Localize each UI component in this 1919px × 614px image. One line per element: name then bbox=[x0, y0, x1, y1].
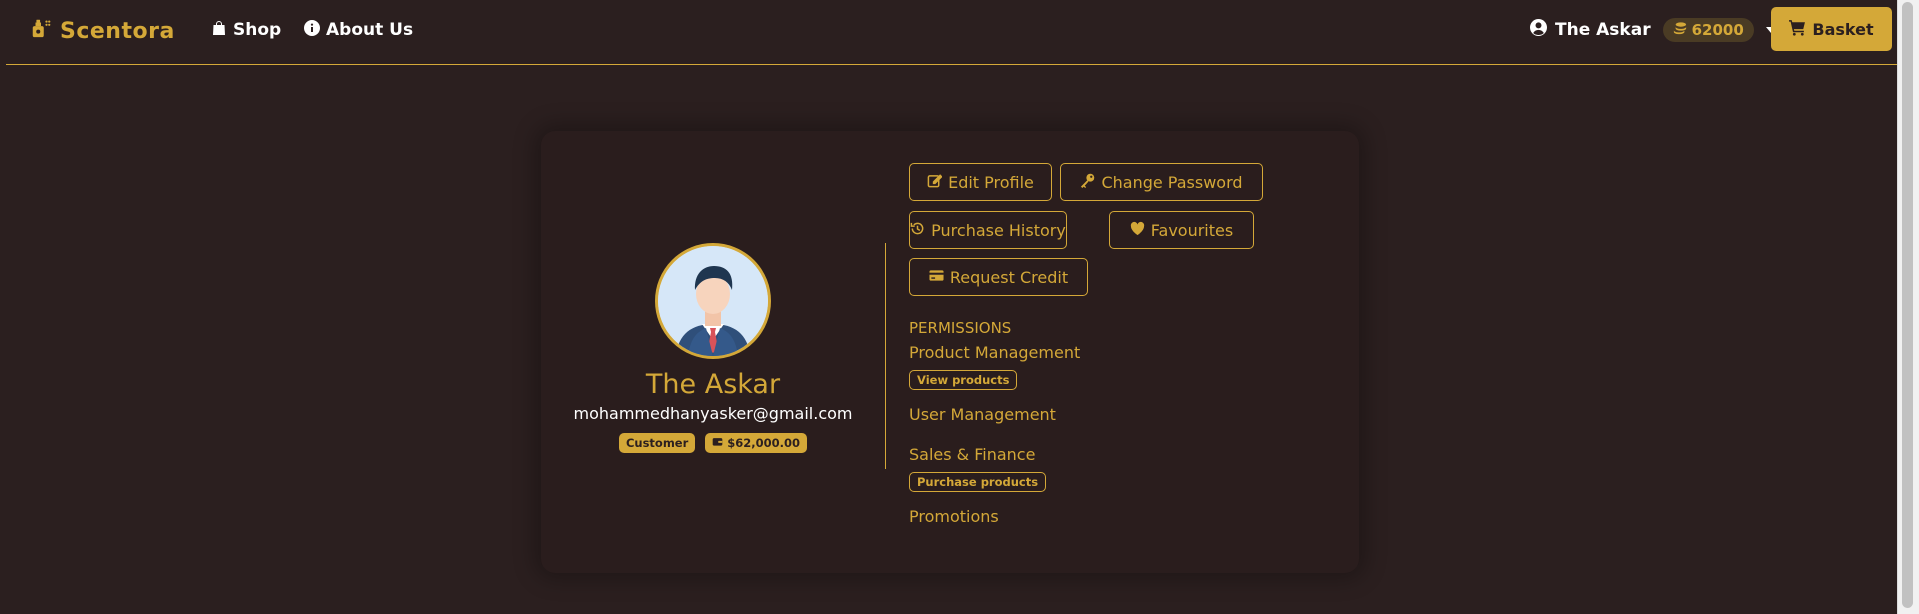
wallet-icon bbox=[712, 436, 723, 450]
basket-label: Basket bbox=[1812, 19, 1874, 39]
scrollbar-thumb[interactable] bbox=[1902, 2, 1913, 608]
wallet-badge: $62,000.00 bbox=[705, 433, 808, 453]
permission-group-title: Sales & Finance bbox=[909, 445, 1036, 464]
request-credit-label: Request Credit bbox=[949, 267, 1069, 287]
profile-name: The Askar bbox=[645, 369, 781, 400]
brand-logo[interactable]: Scentora bbox=[30, 16, 175, 46]
edit-profile-button[interactable]: Edit Profile bbox=[909, 163, 1052, 201]
nav-link-about[interactable]: About Us bbox=[304, 18, 413, 42]
credit-card-icon bbox=[929, 268, 944, 287]
perfume-bottle-icon bbox=[30, 17, 52, 45]
nav-link-label: About Us bbox=[326, 20, 414, 40]
user-menu[interactable]: The Askar 62000 bbox=[1530, 17, 1776, 43]
balance-value: 62000 bbox=[1691, 21, 1744, 39]
bag-icon bbox=[211, 20, 227, 41]
cart-icon bbox=[1789, 19, 1806, 40]
permission-group-title: Promotions bbox=[909, 507, 999, 526]
user-circle-icon bbox=[1530, 19, 1547, 41]
permission-chip: Purchase products bbox=[909, 472, 1047, 492]
brand-name: Scentora bbox=[60, 18, 175, 44]
history-icon bbox=[910, 221, 925, 240]
nav-link-label: Shop bbox=[233, 20, 282, 40]
balance-badge: 62000 bbox=[1662, 18, 1754, 42]
role-badge: Customer bbox=[618, 433, 696, 453]
permission-group-title: Product Management bbox=[909, 343, 1081, 362]
request-credit-button[interactable]: Request Credit bbox=[909, 258, 1088, 296]
edit-icon bbox=[927, 173, 943, 192]
coins-icon bbox=[1673, 21, 1687, 39]
edit-profile-label: Edit Profile bbox=[948, 172, 1034, 192]
wallet-badge-label: $62,000.00 bbox=[727, 436, 801, 450]
profile-email: mohammedhanyasker@gmail.com bbox=[573, 404, 853, 423]
profile-summary: The Askar mohammedhanyasker@gmail.com Cu… bbox=[548, 240, 878, 453]
change-password-button[interactable]: Change Password bbox=[1060, 163, 1263, 201]
heart-icon bbox=[1130, 221, 1145, 240]
top-navbar: Scentora Shop About Us The Askar 62000 B… bbox=[6, 0, 1897, 65]
page-scrollbar[interactable] bbox=[1897, 0, 1919, 614]
permissions-heading: PERMISSIONS bbox=[909, 319, 1012, 337]
info-circle-icon bbox=[304, 19, 320, 41]
favourites-label: Favourites bbox=[1150, 220, 1234, 240]
avatar bbox=[655, 243, 771, 359]
vertical-divider bbox=[885, 243, 886, 469]
favourites-button[interactable]: Favourites bbox=[1109, 211, 1254, 249]
key-icon bbox=[1080, 173, 1095, 192]
user-name: The Askar bbox=[1555, 20, 1651, 40]
permission-group-title: User Management bbox=[909, 405, 1056, 424]
basket-button[interactable]: Basket bbox=[1771, 7, 1892, 51]
permission-chip: View products bbox=[909, 370, 1018, 390]
nav-link-shop[interactable]: Shop bbox=[211, 18, 281, 42]
role-badge-label: Customer bbox=[625, 436, 689, 450]
purchase-history-button[interactable]: Purchase History bbox=[909, 211, 1067, 249]
purchase-history-label: Purchase History bbox=[931, 220, 1066, 240]
change-password-label: Change Password bbox=[1101, 172, 1243, 192]
